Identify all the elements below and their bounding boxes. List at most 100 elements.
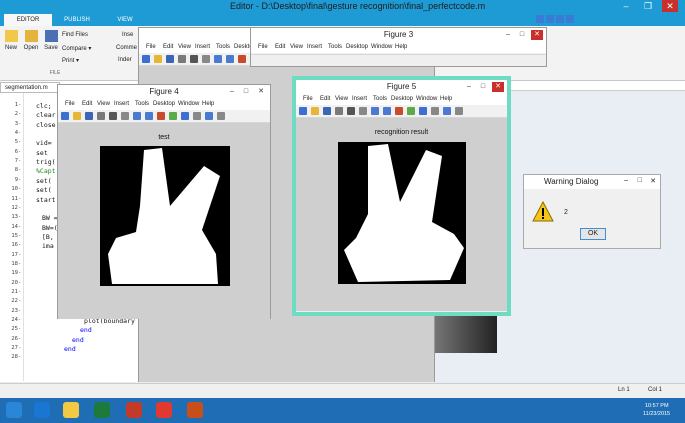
pan-icon[interactable] [226,55,234,63]
maximize-button[interactable]: □ [477,82,489,92]
code-line[interactable]: set( [36,186,52,194]
new-figure-icon[interactable] [61,112,69,120]
brush-icon[interactable] [419,107,427,115]
pointer-icon[interactable] [190,55,198,63]
menu-window[interactable]: Window [178,101,199,107]
minimize-button[interactable]: – [502,30,514,40]
menu-tools[interactable]: Tools [135,101,149,107]
pointer-icon[interactable] [347,107,355,115]
indent-button[interactable]: Inder [118,57,132,63]
menu-file[interactable]: File [65,101,75,107]
rotate-icon[interactable] [238,55,246,63]
menu-file[interactable]: File [258,44,268,50]
compare-button[interactable]: Compare ▾ [62,45,91,52]
new-figure-icon[interactable] [142,55,150,63]
zoom-in-icon[interactable] [202,55,210,63]
close-button[interactable]: ✕ [255,87,267,97]
menu-edit[interactable]: Edit [320,96,330,102]
data-cursor-icon[interactable] [169,112,177,120]
insert-button[interactable]: Inse [122,32,133,38]
menu-file[interactable]: File [303,96,313,102]
print-icon[interactable] [335,107,343,115]
pan-icon[interactable] [383,107,391,115]
code-line[interactable]: close [36,121,56,129]
legend-icon[interactable] [455,107,463,115]
menu-insert[interactable]: Insert [195,44,210,50]
code-line[interactable]: vid= [36,139,52,147]
menu-tools[interactable]: Tools [328,44,342,50]
start-icon[interactable] [6,402,22,418]
menu-view[interactable]: View [97,101,110,107]
minimize-button[interactable]: – [624,177,628,184]
maximize-button[interactable]: ❐ [640,0,656,12]
code-line[interactable]: end [80,326,92,334]
code-line[interactable]: BW = [42,214,58,222]
close-button[interactable]: ✕ [531,30,543,40]
redo-icon[interactable] [556,15,564,23]
zoom-out-icon[interactable] [371,107,379,115]
save-icon[interactable] [166,55,174,63]
code-line[interactable]: %Capt [36,167,56,175]
print-icon[interactable] [97,112,105,120]
save-icon[interactable] [536,15,544,23]
menu-window[interactable]: Window [371,44,392,50]
figure-4-window[interactable]: Figure 4 – □ ✕ File Edit View Insert Tools De… [57,84,271,319]
new-button[interactable]: New [3,30,19,51]
code-line[interactable]: clc; [36,102,52,110]
internet-explorer-icon[interactable] [34,402,50,418]
menu-window[interactable]: Window [416,96,437,102]
menu-file[interactable]: File [146,44,156,50]
open-button[interactable]: Open [22,30,40,51]
menu-edit[interactable]: Edit [163,44,173,50]
menu-desktop[interactable]: Desktop [346,44,368,50]
menu-insert[interactable]: Insert [307,44,322,50]
find-files-button[interactable]: Find Files [62,32,88,38]
brush-icon[interactable] [181,112,189,120]
code-line[interactable]: end [72,336,84,344]
link-icon[interactable] [431,107,439,115]
menu-edit[interactable]: Edit [82,101,92,107]
colorbar-icon[interactable] [205,112,213,120]
zoom-out-icon[interactable] [214,55,222,63]
legend-icon[interactable] [217,112,225,120]
menu-help[interactable]: Help [440,96,452,102]
excel-icon[interactable] [94,402,110,418]
menu-insert[interactable]: Insert [352,96,367,102]
code-line[interactable]: ima [42,242,54,250]
close-button[interactable]: ✕ [492,82,504,92]
file-explorer-icon[interactable] [63,402,79,418]
menu-edit[interactable]: Edit [275,44,285,50]
code-line[interactable]: set [36,149,48,157]
menu-tools[interactable]: Tools [216,44,230,50]
matlab-taskbar-icon[interactable] [187,402,203,418]
menu-view[interactable]: View [178,44,191,50]
pan-icon[interactable] [145,112,153,120]
code-line[interactable]: set( [36,177,52,185]
close-button[interactable]: ✕ [650,177,656,185]
print-button[interactable]: Print ▾ [62,57,79,64]
code-line[interactable]: trig( [36,158,56,166]
code-line[interactable]: [B, [42,233,54,241]
print-icon[interactable] [178,55,186,63]
menu-view[interactable]: View [290,44,303,50]
zoom-in-icon[interactable] [359,107,367,115]
open-file-icon[interactable] [154,55,162,63]
open-file-icon[interactable] [311,107,319,115]
maximize-button[interactable]: □ [638,177,642,184]
menu-tools[interactable]: Tools [373,96,387,102]
tab-view[interactable]: VIEW [104,14,146,26]
rotate-icon[interactable] [395,107,403,115]
minimize-button[interactable]: – [618,0,634,12]
comment-button[interactable]: Comme [116,45,137,51]
undo-icon[interactable] [546,15,554,23]
code-line[interactable]: start [36,196,56,204]
editor-file-tab[interactable]: segmentation.m [0,82,60,93]
minimize-button[interactable]: – [226,87,238,97]
zoom-out-icon[interactable] [133,112,141,120]
new-figure-icon[interactable] [299,107,307,115]
help-icon[interactable] [566,15,574,23]
menu-help[interactable]: Help [395,44,407,50]
figure-3-window-duplicate[interactable]: Figure 3 – □ ✕ File Edit View Insert Tools De… [250,27,547,67]
menu-desktop[interactable]: Desktop [391,96,413,102]
ok-button[interactable]: OK [580,228,606,240]
